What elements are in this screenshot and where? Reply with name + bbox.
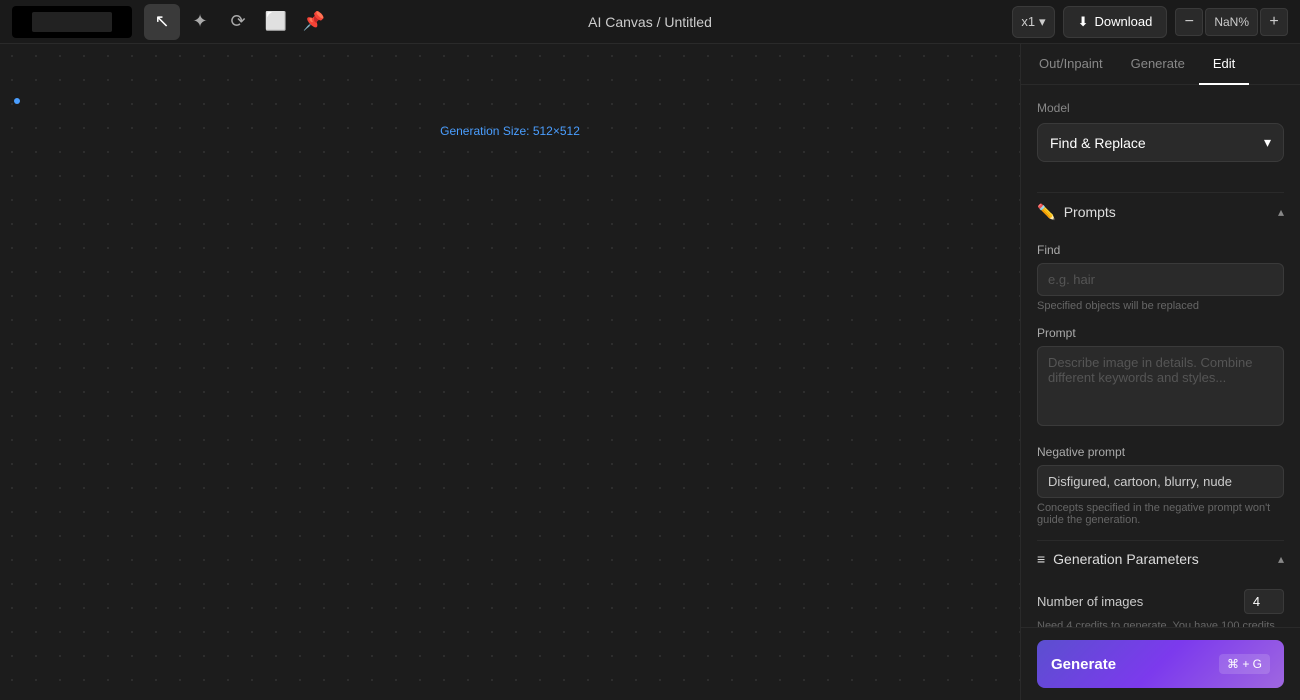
gen-params-label: Generation Parameters — [1053, 551, 1199, 567]
zoom-in-btn[interactable]: + — [1260, 8, 1288, 36]
right-panel: Out/Inpaint Generate Edit Model Find & R… — [1020, 44, 1300, 700]
zoom-preset-select[interactable]: x1 ▾ — [1012, 6, 1054, 38]
download-button[interactable]: ⬇ Download — [1063, 6, 1168, 38]
tab-edit[interactable]: Edit — [1199, 44, 1249, 85]
panel-body: Model Find & Replace ▾ ✏️ Prompts ▴ Find… — [1021, 85, 1300, 627]
find-input[interactable] — [1037, 263, 1284, 296]
edit-icon: ✏️ — [1037, 203, 1056, 221]
model-chevron-icon: ▾ — [1264, 134, 1271, 151]
model-label: Model — [1037, 101, 1284, 115]
canvas-area[interactable]: Generation Size: 512×512 — [0, 44, 1020, 700]
find-field-group: Find Specified objects will be replaced — [1037, 243, 1284, 312]
negative-prompt-field-group: Negative prompt // Set actual value afte… — [1037, 445, 1284, 526]
cursor-tool-btn[interactable]: ↖ — [144, 4, 180, 40]
download-icon: ⬇ — [1078, 14, 1089, 30]
canvas-background — [0, 44, 1020, 700]
prompts-section-header[interactable]: ✏️ Prompts ▴ — [1037, 192, 1284, 231]
pin-tool-btn[interactable]: 📌 — [296, 4, 332, 40]
breadcrumb: AI Canvas / Untitled — [588, 14, 712, 30]
model-value: Find & Replace — [1050, 135, 1146, 151]
zoom-controls: − NaN% + — [1175, 8, 1288, 36]
num-images-label: Number of images — [1037, 594, 1143, 609]
model-select[interactable]: Find & Replace ▾ — [1037, 123, 1284, 162]
negative-prompt-label: Negative prompt — [1037, 445, 1284, 459]
zoom-value-display: NaN% — [1205, 8, 1258, 36]
logo-inner — [32, 12, 112, 32]
zoom-out-btn[interactable]: − — [1175, 8, 1203, 36]
prompts-chevron-icon: ▴ — [1278, 205, 1284, 219]
prompts-label: Prompts — [1064, 204, 1116, 220]
topbar-right: x1 ▾ ⬇ Download − NaN% + — [1012, 6, 1288, 38]
logo — [12, 6, 132, 38]
find-hint: Specified objects will be replaced — [1037, 300, 1284, 312]
negative-hint: Concepts specified in the negative promp… — [1037, 502, 1284, 526]
prompt-textarea[interactable] — [1037, 346, 1284, 426]
prompt-label: Prompt — [1037, 326, 1284, 340]
main-area: Generation Size: 512×512 Out/Inpaint Gen… — [0, 44, 1300, 700]
panel-tabs: Out/Inpaint Generate Edit — [1021, 44, 1300, 85]
tab-outinpaint[interactable]: Out/Inpaint — [1025, 44, 1117, 85]
negative-prompt-input[interactable] — [1037, 465, 1284, 498]
tab-generate[interactable]: Generate — [1117, 44, 1199, 85]
gen-params-chevron-icon: ▴ — [1278, 552, 1284, 566]
image-tool-btn[interactable]: ⬜ — [258, 4, 294, 40]
brush-tool-btn[interactable]: ✦ — [182, 4, 218, 40]
topbar-left: ↖ ✦ ⟳ ⬜ 📌 — [12, 4, 332, 40]
sliders-icon: ≡ — [1037, 551, 1045, 567]
credits-hint: Need 4 credits to generate. You have 100… — [1037, 620, 1284, 627]
model-section: Model Find & Replace ▾ — [1037, 101, 1284, 178]
gen-params-header[interactable]: ≡ Generation Parameters ▴ — [1037, 540, 1284, 577]
prompt-field-group: Prompt — [1037, 326, 1284, 431]
zoom-preset-value: x1 — [1021, 14, 1035, 29]
num-images-row: Number of images — [1037, 589, 1284, 614]
download-label: Download — [1094, 14, 1152, 29]
num-images-input[interactable] — [1244, 589, 1284, 614]
canvas-corner-dot — [14, 98, 20, 104]
panel-footer: Generate ⌘ + G — [1021, 627, 1300, 700]
generation-size-label: Generation Size: 512×512 — [440, 124, 580, 138]
generate-shortcut: ⌘ + G — [1219, 654, 1270, 674]
find-label: Find — [1037, 243, 1284, 257]
generate-button[interactable]: Generate ⌘ + G — [1037, 640, 1284, 688]
generate-label: Generate — [1051, 656, 1116, 673]
chevron-down-icon: ▾ — [1039, 14, 1046, 30]
topbar: ↖ ✦ ⟳ ⬜ 📌 AI Canvas / Untitled x1 ▾ ⬇ Do… — [0, 0, 1300, 44]
refresh-tool-btn[interactable]: ⟳ — [220, 4, 256, 40]
